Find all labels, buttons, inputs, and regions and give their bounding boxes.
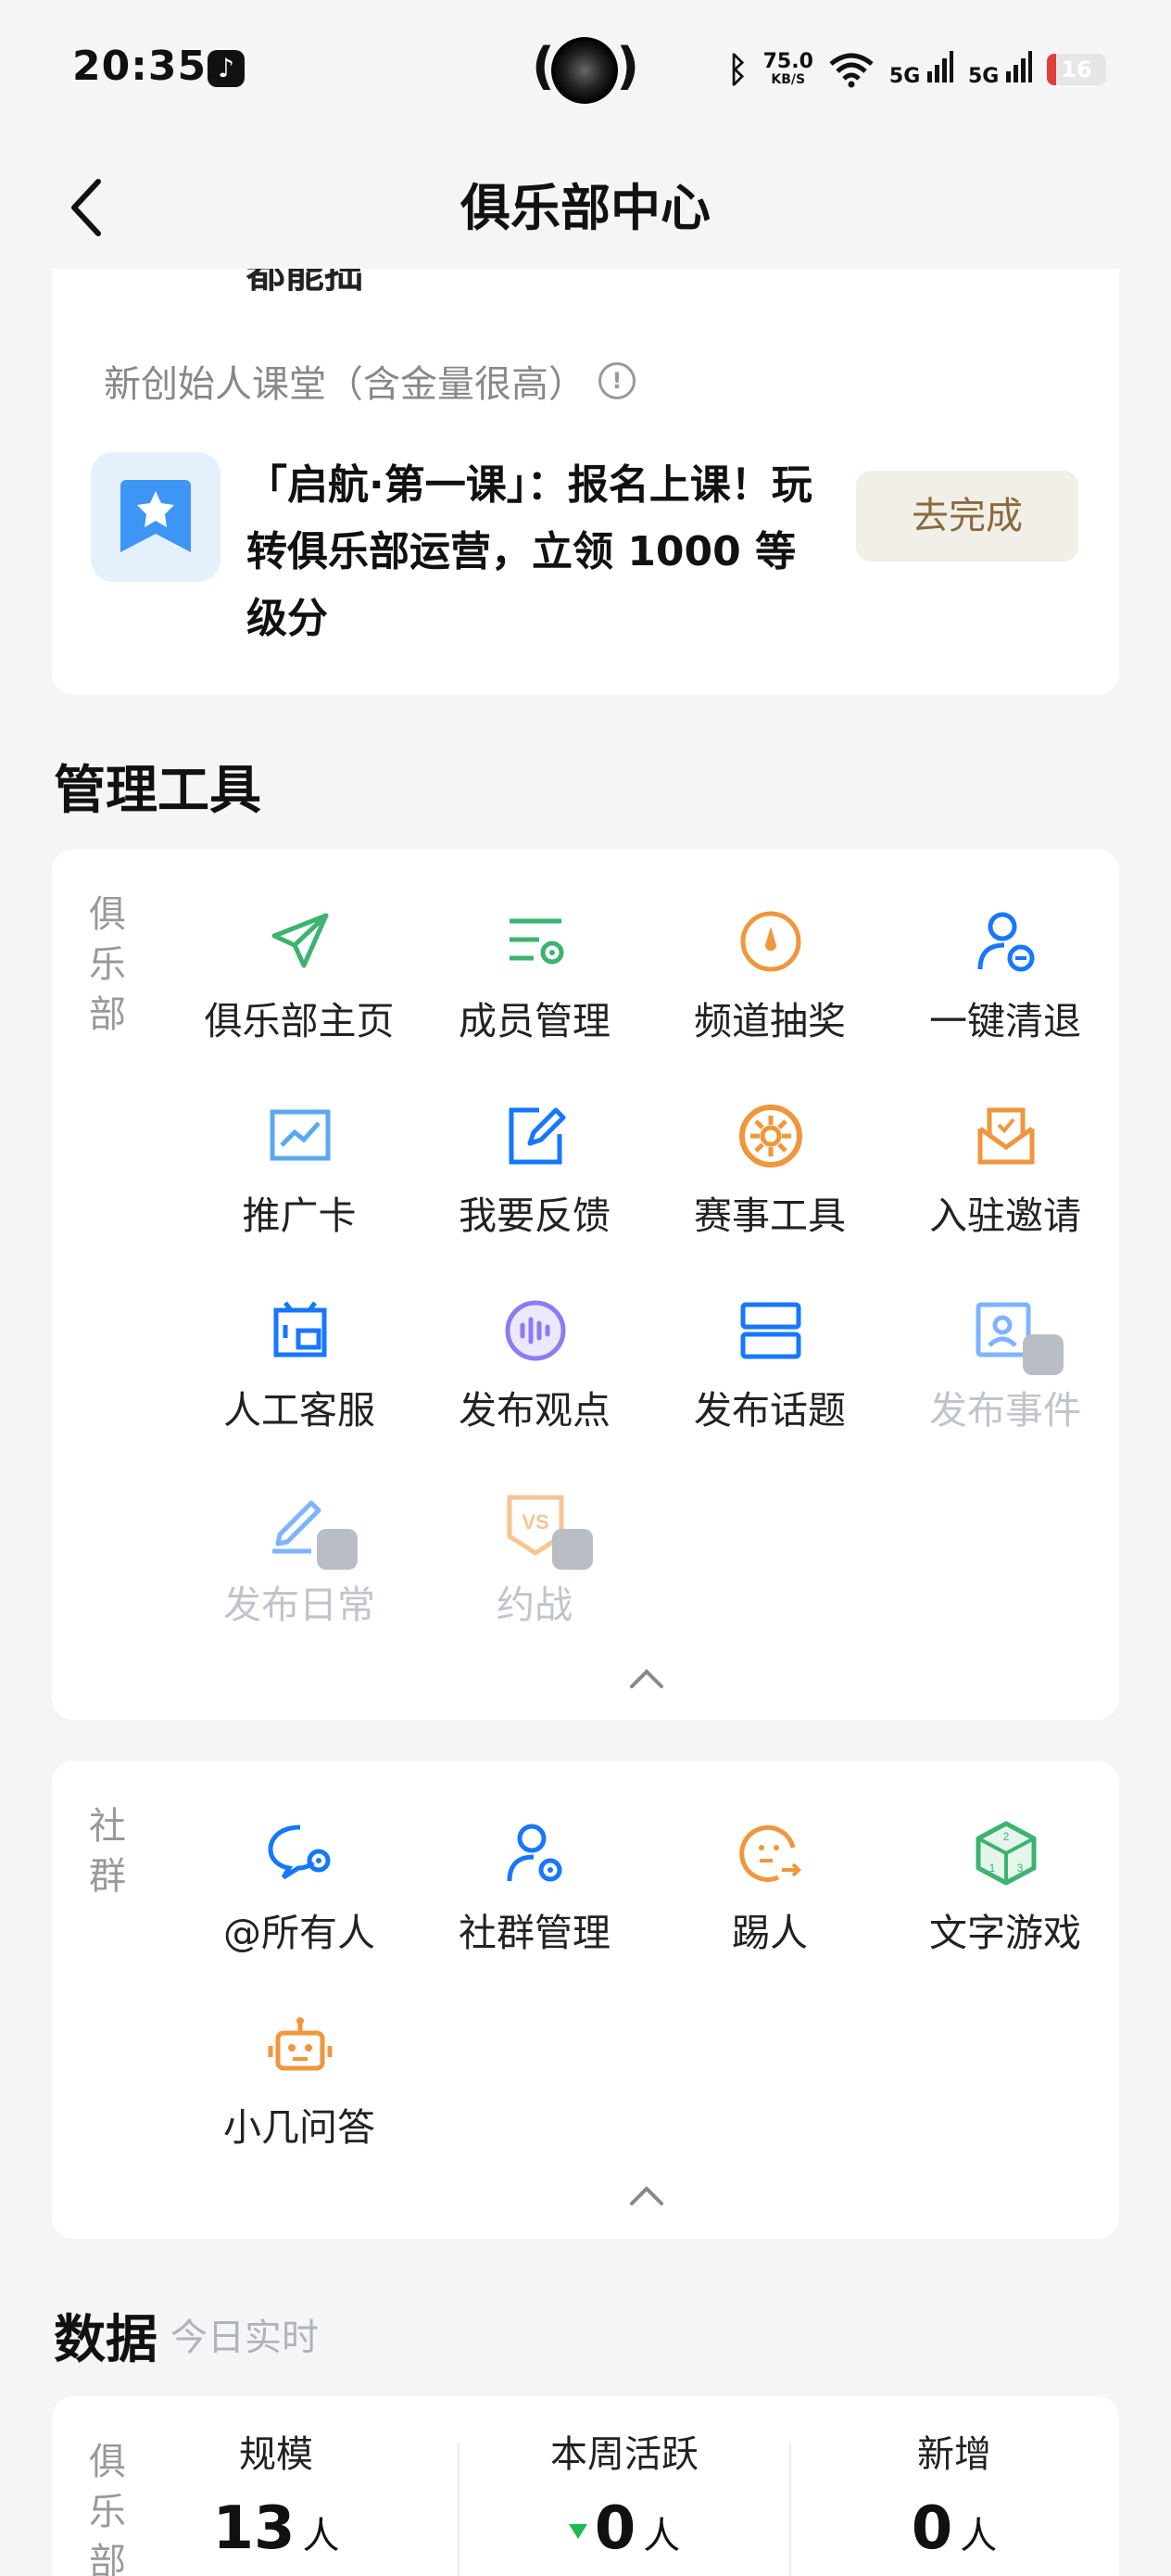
tool-tournament[interactable]: 赛事工具 — [652, 1082, 888, 1268]
club-tools-card: 俱乐部 俱乐部主页 成员管理 频道抽奖 一键清退 推广卡 我要反馈 赛事工具 入… — [52, 849, 1119, 1720]
bluetooth-icon: ᛒ — [726, 49, 749, 90]
battery-icon: 16 — [1047, 54, 1106, 85]
tool-promo-card[interactable]: 推广卡 — [182, 1082, 417, 1268]
edit-icon — [509, 1107, 566, 1165]
divider — [458, 2443, 460, 2576]
complete-task-button[interactable]: 去完成 — [856, 471, 1078, 562]
divider — [789, 2443, 791, 2576]
chevron-up-icon[interactable] — [619, 2178, 674, 2215]
voice-icon — [505, 1300, 566, 1361]
stat-weekly-active: 本周活跃 0人 — [550, 2433, 699, 2563]
tool-kick-member[interactable]: 踢人 — [652, 1799, 888, 1985]
customer-service-icon — [273, 1301, 327, 1357]
kick-face-icon — [739, 1825, 801, 1882]
robot-icon — [268, 2017, 333, 2071]
trend-down-icon — [568, 2524, 587, 2540]
group-tools-card: 社群 @所有人 社群管理 踢人 213 文字游戏 小几问答 — [52, 1761, 1119, 2239]
signal-icon: 5G — [889, 51, 953, 88]
user-settings-icon — [507, 1824, 562, 1882]
tool-group-management[interactable]: 社群管理 — [417, 1799, 652, 1985]
tournament-icon — [739, 1105, 802, 1168]
front-camera: () — [530, 33, 641, 107]
topic-cards-icon — [740, 1302, 801, 1359]
tool-customer-service[interactable]: 人工客服 — [182, 1277, 417, 1462]
status-bar: 20:35 ♪ () ᛒ 75.0 KB/S 5G 5G 16 — [0, 0, 1171, 139]
tool-feedback[interactable]: 我要反馈 — [417, 1082, 652, 1268]
tool-club-home[interactable]: 俱乐部主页 — [182, 888, 417, 1073]
clipped-text: 都能拙 — [246, 269, 364, 297]
tool-publish-opinion[interactable]: 发布观点 — [417, 1277, 652, 1462]
data-card: 俱乐部 规模 13 人 本周活跃 0人 新增 0人 — [52, 2396, 1119, 2576]
tool-xiaoji-qa[interactable]: 小几问答 — [182, 1994, 417, 2179]
club-tools-label: 俱乐部 — [89, 893, 126, 1036]
svg-text:1: 1 — [989, 1862, 996, 1875]
tool-publish-daily[interactable]: 发布日常 — [182, 1471, 417, 1657]
svg-text:2: 2 — [1003, 1830, 1010, 1843]
tool-mention-all[interactable]: @所有人 — [182, 1799, 417, 1985]
tool-publish-topic[interactable]: 发布话题 — [652, 1277, 888, 1462]
stat-scale: 规模 13 人 — [212, 2433, 340, 2563]
lock-icon — [552, 1529, 593, 1570]
stat-new: 新增 0人 — [911, 2433, 998, 2563]
tool-channel-lottery[interactable]: 频道抽奖 — [652, 888, 888, 1073]
lock-icon — [1023, 1334, 1064, 1375]
tool-one-click-remove[interactable]: 一键清退 — [888, 888, 1123, 1073]
user-remove-icon — [977, 912, 1035, 972]
tiktok-icon: ♪ — [208, 50, 245, 87]
tools-section-title: 管理工具 — [54, 761, 261, 821]
bookmark-star-icon — [91, 452, 220, 582]
status-icons: ᛒ 75.0 KB/S 5G 5G 16 — [727, 48, 1106, 91]
signal-icon: 5G — [968, 51, 1032, 88]
data-section-subtitle: 今日实时 — [170, 2317, 319, 2359]
task-description: 「启航·第一课」：报名上课！玩转俱乐部运营，立领 1000 等级分 — [246, 461, 812, 642]
trend-chart-icon — [270, 1109, 331, 1161]
wifi-icon — [829, 53, 874, 88]
chevron-up-icon[interactable] — [619, 1661, 674, 1698]
data-section-title: 数据 — [54, 2310, 157, 2370]
dice-icon: 2 1 3 — [976, 1821, 1037, 1886]
group-tools-label: 社群 — [89, 1805, 126, 1898]
svg-text:3: 3 — [1017, 1862, 1024, 1875]
status-time: 20:35 — [72, 43, 208, 90]
invite-mail-icon — [977, 1107, 1035, 1165]
tool-publish-event[interactable]: 发布事件 — [888, 1277, 1123, 1462]
course-card: 都能拙 新创始人课堂（含金量很高） ! 「启航·第一课」：报名上课！玩转俱乐部运… — [52, 269, 1119, 695]
tool-match-challenge[interactable]: VS 约战 — [417, 1471, 652, 1657]
svg-text:VS: VS — [522, 1510, 548, 1534]
course-subtitle: 新创始人课堂（含金量很高） ! — [104, 354, 636, 408]
page-title: 俱乐部中心 — [460, 179, 711, 237]
chat-settings-icon — [268, 1825, 331, 1880]
info-icon[interactable]: ! — [598, 362, 636, 399]
tool-word-game[interactable]: 213 文字游戏 — [888, 1799, 1123, 1985]
lottery-dial-icon — [740, 911, 801, 972]
lock-icon — [317, 1529, 358, 1570]
data-row-label: 俱乐部 — [89, 2441, 126, 2576]
paper-plane-icon — [271, 913, 329, 968]
network-speed: 75.0 KB/S — [762, 50, 813, 88]
nav-bar: 俱乐部中心 — [0, 139, 1171, 269]
list-settings-icon — [510, 918, 564, 965]
tool-member-management[interactable]: 成员管理 — [417, 888, 652, 1073]
tool-join-invite[interactable]: 入驻邀请 — [888, 1082, 1123, 1268]
